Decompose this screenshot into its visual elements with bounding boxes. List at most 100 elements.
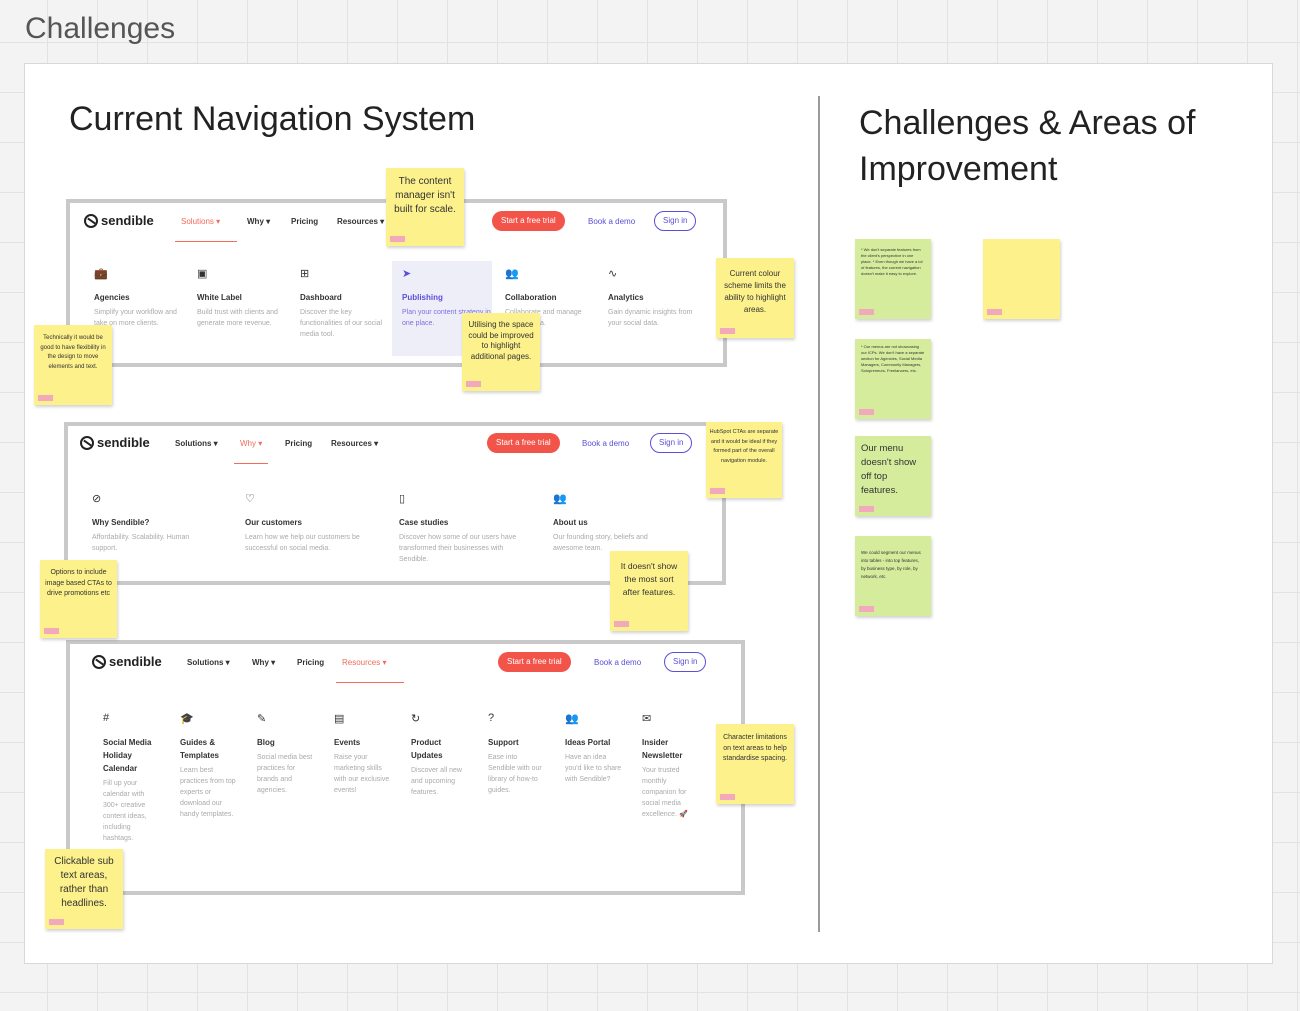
nav-active-underline [336, 682, 404, 683]
menu-item-desc: Ease into Sendible with our library of h… [488, 754, 542, 794]
sign-in-button[interactable]: Sign in [650, 433, 693, 453]
sendible-icon: ⊘ [92, 493, 102, 505]
menu-item-title: Guides & Templates [180, 738, 219, 760]
nav-pricing[interactable]: Pricing [285, 439, 312, 448]
challenge-note-top-features[interactable]: Our menu doesn't show off top features. [855, 436, 931, 516]
sendible-logo: sendible [92, 654, 162, 669]
start-free-trial-button[interactable]: Start a free trial [492, 211, 565, 231]
challenge-note-features[interactable]: * We don't separate features from the cl… [855, 239, 931, 319]
menu-item-title: Support [488, 738, 519, 747]
sticky-note-character[interactable]: Character limitations on text areas to h… [716, 724, 794, 804]
menu-item-desc: Discover the key functionalities of our … [300, 309, 383, 338]
sticky-text: We could segment our menus into tables -… [861, 550, 921, 579]
menu-item-our-customers[interactable]: ♡ Our customers Learn how we help our cu… [245, 492, 385, 554]
users-icon: 👥 [505, 268, 519, 280]
menu-item-why-sendible[interactable]: ⊘ Why Sendible? Affordability. Scalabili… [92, 492, 212, 554]
menu-item-dashboard[interactable]: ⊞ Dashboard Discover the key functionali… [300, 267, 395, 340]
sign-in-button[interactable]: Sign in [654, 211, 697, 231]
sticky-text: It doesn't show the most sort after feat… [620, 561, 678, 597]
book-demo-link[interactable]: Book a demo [582, 439, 629, 448]
menu-item-holiday-calendar[interactable]: # Social Media Holiday Calendar Fill up … [103, 712, 161, 844]
challenge-note-icps[interactable]: * Our menus are not showcasing our ICPs.… [855, 339, 931, 419]
menu-item-ideas-portal[interactable]: 👥 Ideas Portal Have an idea you'd like t… [565, 712, 623, 785]
sticky-text: Character limitations on text areas to h… [722, 734, 788, 762]
menu-item-analytics[interactable]: ∿ Analytics Gain dynamic insights from y… [608, 267, 703, 329]
nav-resources[interactable]: Resources ▾ [337, 217, 384, 226]
sendible-logo-icon [84, 213, 98, 228]
book-demo-link[interactable]: Book a demo [594, 658, 641, 667]
sticky-note-sort[interactable]: It doesn't show the most sort after feat… [610, 551, 688, 631]
book-demo-link[interactable]: Book a demo [588, 217, 635, 226]
sticky-tag [987, 309, 1002, 315]
menu-item-about-us[interactable]: 👥 About us Our founding story, beliefs a… [553, 492, 668, 554]
menu-item-title: White Label [197, 293, 242, 302]
sticky-note-space[interactable]: Utilising the space could be improved to… [462, 313, 540, 391]
sticky-note-colour-scheme[interactable]: Current colour scheme limits the ability… [716, 258, 794, 338]
menu-item-blog[interactable]: ✎ Blog Social media best practices for b… [257, 712, 315, 796]
menu-item-title: Agencies [94, 293, 130, 302]
nav-solutions[interactable]: Solutions ▾ [187, 658, 230, 667]
challenges-heading: Challenges & Areas of Improvement [859, 104, 1196, 188]
menu-item-title: Our customers [245, 518, 302, 527]
sticky-tag [859, 409, 874, 415]
sticky-tag [859, 606, 874, 612]
menu-item-events[interactable]: ▤ Events Raise your marketing skills wit… [334, 712, 392, 796]
nav-why[interactable]: Why ▾ [252, 658, 275, 667]
sticky-text: Clickable sub text areas, rather than he… [54, 856, 114, 909]
hash-icon: # [103, 712, 110, 724]
help-icon: ? [488, 712, 495, 724]
sticky-note-empty[interactable] [983, 239, 1060, 319]
sticky-text: Our menu doesn't show off top features. [861, 443, 917, 496]
refresh-icon: ↻ [411, 713, 421, 725]
logo-text: sendible [97, 435, 150, 450]
sticky-note-content-manager[interactable]: The content manager isn't built for scal… [386, 168, 464, 246]
menu-item-title: Insider Newsletter [642, 738, 683, 760]
nav-resources[interactable]: Resources ▾ [331, 439, 378, 448]
current-navigation-heading: Current Navigation System [69, 100, 476, 138]
nav-pricing[interactable]: Pricing [297, 658, 324, 667]
menu-item-desc: Learn how we help our customers be succe… [245, 534, 360, 552]
sendible-logo: sendible [84, 213, 154, 228]
nav-why[interactable]: Why ▾ [240, 439, 262, 448]
sticky-tag [44, 628, 59, 634]
menu-item-guides-templates[interactable]: 🎓 Guides & Templates Learn best practice… [180, 712, 238, 820]
blog-icon: ✎ [257, 713, 267, 725]
sticky-tag [614, 621, 629, 627]
nav-why[interactable]: Why ▾ [247, 217, 270, 226]
nav-solutions[interactable]: Solutions ▾ [181, 217, 220, 226]
nav-resources[interactable]: Resources ▾ [342, 658, 386, 667]
menu-item-title: Publishing [402, 293, 443, 302]
start-free-trial-button[interactable]: Start a free trial [487, 433, 560, 453]
menu-item-white-label[interactable]: ▣ White Label Build trust with clients a… [197, 267, 292, 329]
ideas-icon: 👥 [565, 713, 579, 725]
challenge-note-segment[interactable]: We could segment our menus into tables -… [855, 536, 931, 616]
menu-item-agencies[interactable]: 💼 Agencies Simplify your workflow and ta… [94, 267, 189, 329]
nav-screenshot-resources: sendible Solutions ▾ Why ▾ Pricing Resou… [66, 640, 745, 895]
menu-item-title: Blog [257, 738, 275, 747]
sticky-tag [390, 236, 405, 242]
menu-item-case-studies[interactable]: ▯ Case studies Discover how some of our … [399, 492, 529, 565]
menu-item-product-updates[interactable]: ↻ Product Updates Discover all new and u… [411, 712, 469, 798]
menu-item-title: Collaboration [505, 293, 557, 302]
menu-item-support[interactable]: ? Support Ease into Sendible with our li… [488, 712, 546, 796]
analytics-icon: ∿ [608, 268, 618, 280]
start-free-trial-button[interactable]: Start a free trial [498, 652, 571, 672]
sticky-text: Utilising the space could be improved to… [468, 320, 534, 361]
sticky-note-flexibility[interactable]: Technically it would be good to have fle… [34, 325, 112, 405]
menu-item-insider-newsletter[interactable]: ✉ Insider Newsletter Your trusted monthl… [642, 712, 702, 820]
sign-in-button[interactable]: Sign in [664, 652, 707, 672]
sticky-note-clickable[interactable]: Clickable sub text areas, rather than he… [45, 849, 123, 929]
sticky-note-hubspot[interactable]: HubSpot CTAs are separate and it would b… [706, 422, 782, 498]
menu-item-desc: Build trust with clients and generate mo… [197, 309, 278, 327]
send-icon: ➤ [402, 268, 412, 280]
team-icon: 👥 [553, 493, 567, 505]
frame-title: Challenges [25, 12, 176, 45]
nav-solutions[interactable]: Solutions ▾ [175, 439, 218, 448]
sticky-tag [859, 506, 874, 512]
menu-item-desc: Discover how some of our users have tran… [399, 534, 517, 563]
menu-item-title: Dashboard [300, 293, 342, 302]
menu-item-desc: Learn best practices from top experts or… [180, 767, 236, 818]
menu-item-desc: Your trusted monthly companion for socia… [642, 767, 688, 818]
sticky-note-image-ctas[interactable]: Options to include image based CTAs to d… [40, 560, 117, 638]
nav-pricing[interactable]: Pricing [291, 217, 318, 226]
